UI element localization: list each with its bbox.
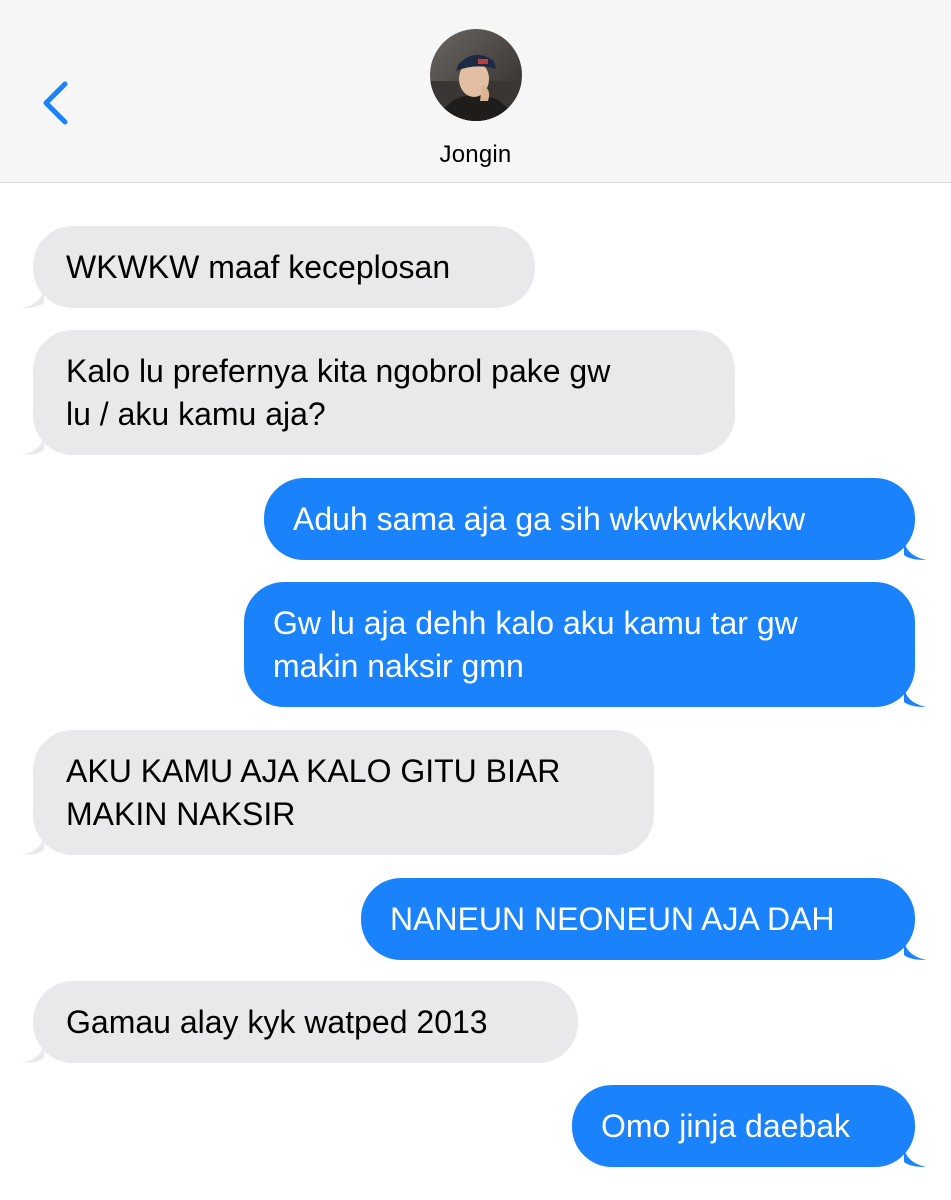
message-text: WKWKW maaf keceplosan [66, 249, 451, 285]
message-text-line: makin naksir gmn [273, 648, 524, 684]
bubble-tail [22, 835, 44, 855]
message-text-line: AKU KAMU AJA KALO GITU BIAR [66, 753, 561, 789]
message-bubble-outgoing[interactable]: Gw lu aja dehh kalo aku kamu tar gw maki… [244, 582, 926, 707]
message-bubble-incoming[interactable]: Gamau alay kyk watped 2013 [22, 981, 578, 1063]
message-bubble-outgoing[interactable]: Omo jinja daebak [572, 1085, 926, 1167]
back-button[interactable] [30, 72, 80, 132]
avatar[interactable] [430, 29, 522, 121]
message-text-line: lu / aku kamu aja? [66, 396, 326, 432]
bubble-tail [904, 540, 926, 560]
contact-photo [430, 29, 522, 121]
message-bubble-incoming[interactable]: AKU KAMU AJA KALO GITU BIAR MAKIN NAKSIR [22, 730, 654, 855]
message-text: Gamau alay kyk watped 2013 [66, 1004, 488, 1040]
bubble-tail [22, 1043, 44, 1063]
message-text-line: MAKIN NAKSIR [66, 796, 296, 832]
message-text: Omo jinja daebak [601, 1108, 851, 1144]
bubble-tail [22, 288, 44, 308]
bubble-tail [904, 940, 926, 960]
conversation-header: Jongin [0, 0, 951, 183]
contact-name[interactable]: Jongin [0, 141, 951, 169]
message-bubble-outgoing[interactable]: Aduh sama aja ga sih wkwkwkkwkw [264, 478, 926, 560]
message-text-line: Gw lu aja dehh kalo aku kamu tar gw [273, 605, 798, 641]
bubble-tail [22, 435, 44, 455]
bubble-tail [904, 1147, 926, 1167]
message-text: NANEUN NEONEUN AJA DAH [390, 901, 835, 937]
message-bubble-incoming[interactable]: Kalo lu prefernya kita ngobrol pake gw l… [22, 330, 735, 455]
chevron-left-icon [43, 81, 68, 125]
message-bubble-outgoing[interactable]: NANEUN NEONEUN AJA DAH [361, 878, 926, 960]
message-text: Aduh sama aja ga sih wkwkwkkwkw [293, 501, 806, 537]
message-bubble-incoming[interactable]: WKWKW maaf keceplosan [22, 226, 535, 308]
message-text-line: Kalo lu prefernya kita ngobrol pake gw [66, 353, 611, 389]
bubble-tail [904, 687, 926, 707]
